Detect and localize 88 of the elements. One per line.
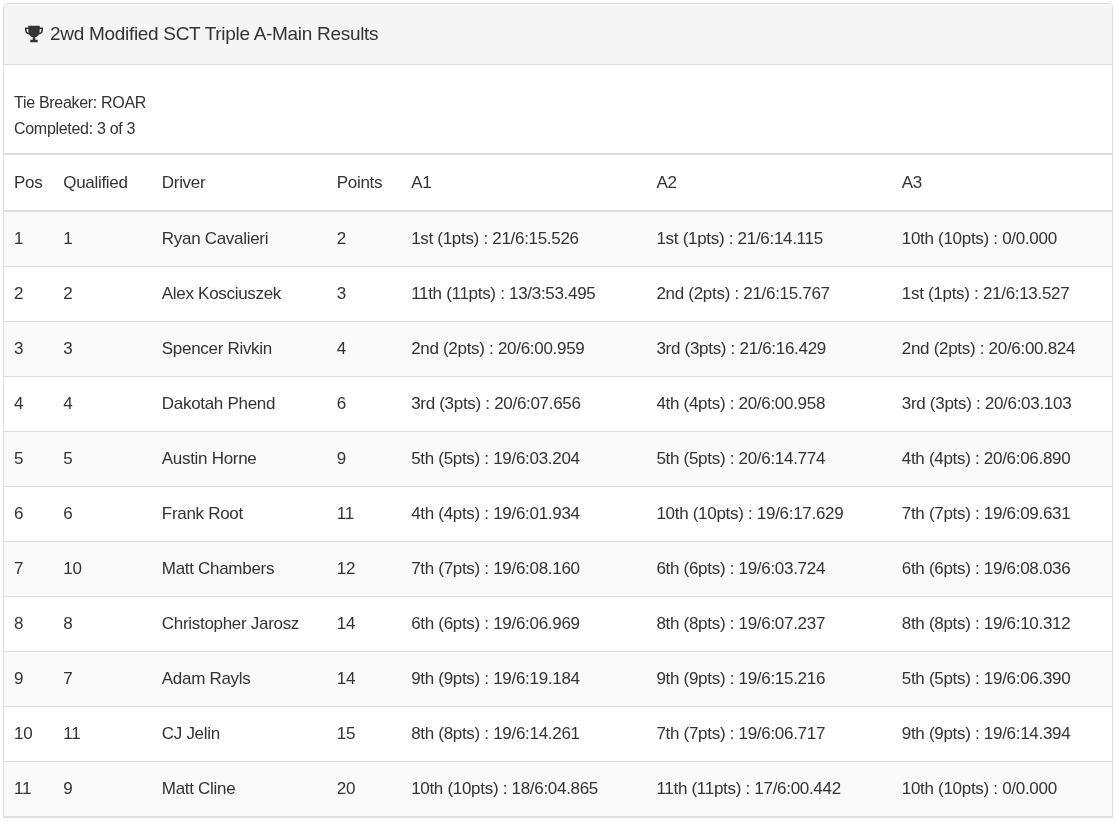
table-cell: 6th (6pts) : 19/6:08.036: [891, 541, 1112, 596]
table-cell: Alex Kosciuszek: [151, 266, 327, 321]
table-cell: 10th (10pts) : 19/6:17.629: [646, 486, 892, 541]
column-header: A3: [891, 155, 1112, 211]
table-cell: 10th (10pts) : 0/0.000: [891, 761, 1112, 816]
table-cell: 11th (11pts) : 13/3:53.495: [401, 266, 647, 321]
table-cell: 6: [326, 376, 402, 431]
table-cell: 7th (7pts) : 19/6:06.717: [646, 706, 892, 761]
table-cell: 6: [4, 486, 54, 541]
table-cell: 5: [4, 431, 54, 486]
table-cell: 10th (10pts) : 18/6:04.865: [401, 761, 647, 816]
table-cell: Austin Horne: [151, 431, 327, 486]
table-cell: Ryan Cavalieri: [151, 211, 327, 266]
table-cell: 9: [4, 651, 54, 706]
table-cell: 8th (8pts) : 19/6:07.237: [646, 596, 892, 651]
table-cell: 2nd (2pts) : 20/6:00.959: [401, 321, 647, 376]
column-header: A2: [646, 155, 892, 211]
table-cell: 8: [53, 596, 152, 651]
panel-title: 2wd Modified SCT Triple A-Main Results: [50, 21, 379, 46]
trophy-icon: [24, 25, 44, 43]
table-cell: 2: [4, 266, 54, 321]
table-cell: CJ Jelin: [151, 706, 327, 761]
table-cell: 10th (10pts) : 0/0.000: [891, 211, 1112, 266]
table-cell: 1st (1pts) : 21/6:15.526: [401, 211, 647, 266]
table-cell: 11th (11pts) : 17/6:00.442: [646, 761, 892, 816]
table-cell: 9: [326, 431, 402, 486]
table-cell: 8th (8pts) : 19/6:14.261: [401, 706, 647, 761]
table-cell: 5th (5pts) : 19/6:06.390: [891, 651, 1112, 706]
table-cell: Frank Root: [151, 486, 327, 541]
table-cell: 15: [326, 706, 402, 761]
table-cell: 4: [326, 321, 402, 376]
table-cell: 9th (9pts) : 19/6:15.216: [646, 651, 892, 706]
table-cell: 10: [53, 541, 152, 596]
table-cell: 10: [4, 706, 54, 761]
table-cell: 20: [326, 761, 402, 816]
table-cell: 7: [4, 541, 54, 596]
table-cell: 4th (4pts) : 20/6:00.958: [646, 376, 892, 431]
info-text: Completed: 3 of 3: [14, 119, 137, 139]
table-cell: 4: [4, 376, 54, 431]
table-cell: 2: [326, 211, 402, 266]
table-cell: Matt Chambers: [151, 541, 327, 596]
table-cell: 6th (6pts) : 19/6:03.724: [646, 541, 892, 596]
table-cell: 3: [326, 266, 402, 321]
table-cell: 14: [326, 651, 402, 706]
table-cell: 3: [53, 321, 152, 376]
table-cell: 1st (1pts) : 21/6:14.115: [646, 211, 892, 266]
column-header: A1: [401, 155, 647, 211]
table-cell: 9: [53, 761, 152, 816]
table-cell: 4th (4pts) : 19/6:01.934: [401, 486, 647, 541]
table-cell: Spencer Rivkin: [151, 321, 327, 376]
table-cell: 1st (1pts) : 21/6:13.527: [891, 266, 1112, 321]
table-cell: 5th (5pts) : 19/6:03.204: [401, 431, 647, 486]
table-cell: 11: [326, 486, 402, 541]
table-cell: 7: [53, 651, 152, 706]
table-cell: 8th (8pts) : 19/6:10.312: [891, 596, 1112, 651]
table-cell: 7th (7pts) : 19/6:08.160: [401, 541, 647, 596]
table-cell: 9th (9pts) : 19/6:14.394: [891, 706, 1112, 761]
table-cell: 7th (7pts) : 19/6:09.631: [891, 486, 1112, 541]
table-cell: 5: [53, 431, 152, 486]
table-cell: 3rd (3pts) : 20/6:03.103: [891, 376, 1112, 431]
table-cell: Matt Cline: [151, 761, 327, 816]
table-cell: 12: [326, 541, 402, 596]
table-cell: Christopher Jarosz: [151, 596, 327, 651]
table-cell: 5th (5pts) : 20/6:14.774: [646, 431, 892, 486]
column-header: Pos: [4, 155, 54, 211]
table-cell: 1: [4, 211, 54, 266]
table-cell: 3rd (3pts) : 21/6:16.429: [646, 321, 892, 376]
table-cell: 14: [326, 596, 402, 651]
table-cell: 2nd (2pts) : 20/6:00.824: [891, 321, 1112, 376]
table-cell: 3: [4, 321, 54, 376]
column-header: Driver: [151, 155, 327, 211]
table-cell: 2nd (2pts) : 21/6:15.767: [646, 266, 892, 321]
table-cell: 8: [4, 596, 54, 651]
table-cell: 9th (9pts) : 19/6:19.184: [401, 651, 647, 706]
table-cell: 4: [53, 376, 152, 431]
table-cell: 6th (6pts) : 19/6:06.969: [401, 596, 647, 651]
table-cell: 6: [53, 486, 152, 541]
table-cell: 1: [53, 211, 152, 266]
table-cell: 11: [53, 706, 152, 761]
table-cell: Dakotah Phend: [151, 376, 327, 431]
table-cell: Adam Rayls: [151, 651, 327, 706]
column-header: Qualified: [53, 155, 152, 211]
table-cell: 2: [53, 266, 152, 321]
table-cell: 3rd (3pts) : 20/6:07.656: [401, 376, 647, 431]
column-header: Points: [326, 155, 402, 211]
table-cell: 4th (4pts) : 20/6:06.890: [891, 431, 1112, 486]
table-cell: 11: [4, 761, 54, 816]
info-text: Tie Breaker: ROAR: [14, 93, 148, 113]
